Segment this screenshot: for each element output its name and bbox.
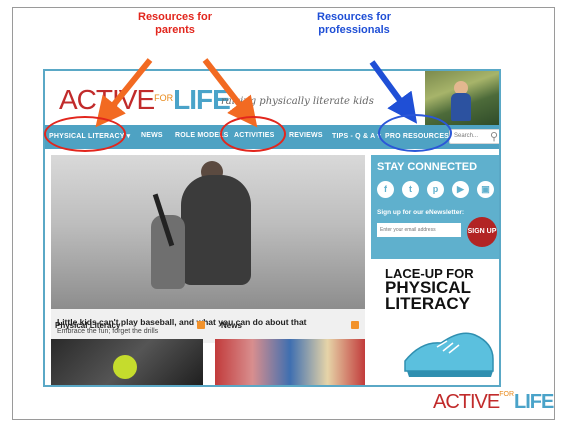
newsletter-label: Sign up for our eNewsletter: — [377, 209, 465, 216]
nav-tips[interactable]: TIPS - Q & A ▾ — [332, 132, 381, 140]
rss-icon[interactable] — [351, 321, 359, 329]
panel-title-news[interactable]: News — [221, 321, 242, 337]
highlight-pro-resources — [378, 114, 452, 152]
tennis-ball — [113, 355, 137, 379]
highlight-physical-literacy — [44, 116, 126, 152]
lace-up-banner[interactable]: LACE-UP FOR PHYSICAL LITERACY — [385, 267, 495, 312]
shoe-illustration — [404, 332, 494, 377]
site-logo[interactable]: ACTIVEFORLIFE — [59, 85, 231, 115]
rss-icon[interactable] — [197, 321, 205, 329]
stay-connected-title: STAY CONNECTED — [377, 161, 478, 173]
instagram-icon[interactable]: ▣ — [477, 181, 494, 198]
pinterest-icon[interactable]: p — [427, 181, 444, 198]
thumb-news[interactable] — [215, 339, 365, 385]
panel-title-physical-literacy[interactable]: Physical Literacy — [55, 321, 120, 337]
thumb-physical-literacy[interactable] — [51, 339, 203, 385]
nav-news[interactable]: NEWS — [141, 132, 163, 139]
nav-reviews[interactable]: REVIEWS — [289, 132, 323, 139]
signup-button[interactable]: SIGN UP — [467, 217, 497, 247]
twitter-icon[interactable]: t — [402, 181, 419, 198]
search-box[interactable]: Search... ⚲ — [449, 129, 499, 144]
email-field[interactable] — [377, 223, 461, 237]
search-input[interactable]: Search... — [454, 133, 478, 139]
youtube-icon[interactable]: ▶ — [452, 181, 469, 198]
site-tagline: raising physically literate kids — [221, 96, 374, 107]
search-icon[interactable]: ⚲ — [490, 130, 498, 143]
highlight-activities — [220, 116, 286, 152]
hero-image[interactable] — [51, 155, 365, 309]
stay-connected-panel: STAY CONNECTED f t p ▶ ▣ Sign up for our… — [371, 155, 499, 259]
facebook-icon[interactable]: f — [377, 181, 394, 198]
footer-logo: ACTIVEFORLIFE — [433, 391, 554, 413]
parents-callout: Resources for parents — [138, 11, 212, 36]
site-header: ACTIVEFORLIFE raising physically literat… — [45, 71, 499, 125]
professionals-callout: Resources for professionals — [317, 11, 391, 36]
